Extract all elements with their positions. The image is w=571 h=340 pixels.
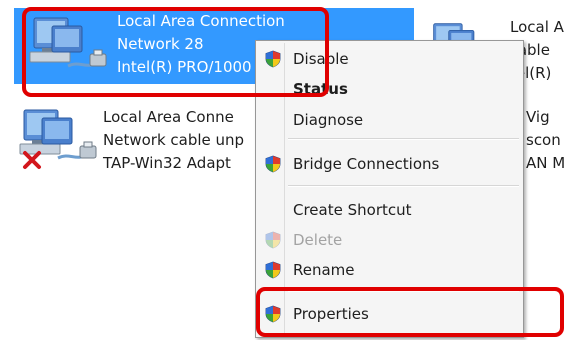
connection-name: Vig bbox=[526, 108, 550, 126]
annotation-highlight-properties bbox=[256, 287, 564, 337]
annotation-highlight-connection bbox=[22, 7, 329, 97]
menu-item-delete: Delete bbox=[258, 227, 521, 253]
menu-item-diagnose[interactable]: Diagnose bbox=[258, 107, 521, 133]
uac-shield-icon bbox=[264, 261, 282, 279]
connection-item-tap-win32[interactable]: Local Area Conne Network cable unp TAP-W… bbox=[0, 100, 255, 176]
connection-details-partial: Vig scon AN M bbox=[526, 106, 571, 175]
menu-item-rename[interactable]: Rename bbox=[258, 257, 521, 283]
menu-item-label: Bridge Connections bbox=[293, 155, 440, 173]
menu-separator bbox=[288, 185, 519, 187]
menu-separator bbox=[288, 138, 519, 140]
connection-details: Local Area Conne Network cable unp TAP-W… bbox=[103, 106, 244, 175]
menu-item-label: Rename bbox=[293, 261, 355, 279]
connection-item-partial-bottom[interactable]: Vig scon AN M bbox=[520, 106, 571, 182]
uac-shield-icon bbox=[264, 155, 282, 173]
menu-item-label: Create Shortcut bbox=[293, 201, 412, 219]
uac-shield-icon bbox=[264, 231, 282, 249]
connection-device: AN M bbox=[526, 154, 566, 172]
red-x-error-icon bbox=[23, 151, 41, 169]
menu-item-create-shortcut[interactable]: Create Shortcut bbox=[258, 197, 521, 223]
menu-item-label: Diagnose bbox=[293, 111, 364, 129]
connection-status: scon bbox=[526, 131, 561, 149]
connection-status: Network cable unp bbox=[103, 131, 245, 149]
connection-name: Local Area Conne bbox=[103, 108, 234, 126]
menu-item-label: Delete bbox=[293, 231, 343, 249]
menu-item-bridge-connections[interactable]: Bridge Connections bbox=[258, 151, 521, 177]
connection-device: TAP-Win32 Adapt bbox=[103, 154, 231, 172]
connection-name: Local A bbox=[510, 18, 564, 36]
